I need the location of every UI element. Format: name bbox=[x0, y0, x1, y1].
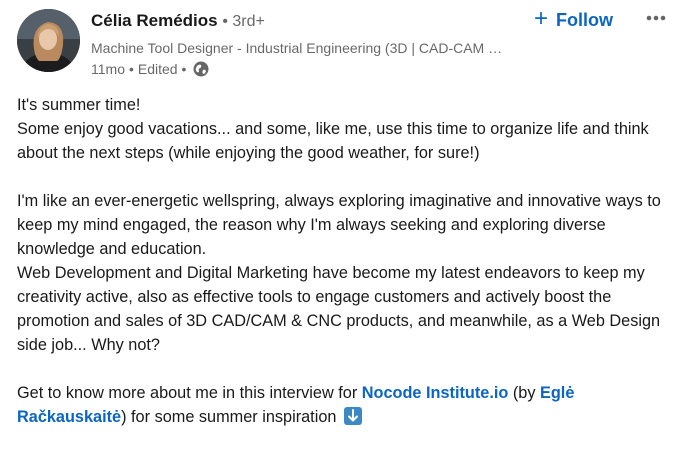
post-line-1: It's summer time! bbox=[17, 96, 141, 114]
post-time: 11mo bbox=[91, 61, 125, 77]
para4-suffix: ) for some summer inspiration bbox=[121, 408, 341, 426]
author-name[interactable]: Célia Remédios bbox=[91, 11, 218, 30]
author-avatar[interactable] bbox=[17, 9, 80, 72]
para4-prefix: Get to know more about me in this interv… bbox=[17, 384, 362, 402]
plus-icon: + bbox=[534, 5, 549, 32]
post-paragraph-3: Web Development and Digital Marketing ha… bbox=[17, 264, 661, 354]
author-headline: Machine Tool Designer - Industrial Engin… bbox=[91, 40, 503, 56]
follow-button[interactable]: + Follow bbox=[534, 7, 613, 33]
author-name-line: Célia Remédios • 3rd+ bbox=[91, 10, 561, 33]
down-arrow-emoji-icon bbox=[343, 407, 362, 425]
avatar-photo-icon bbox=[17, 9, 80, 72]
post-paragraph-2: I'm like an ever-energetic wellspring, a… bbox=[17, 192, 661, 258]
post-text: It's summer time! Some enjoy good vacati… bbox=[17, 93, 672, 429]
post-meta: 11mo • Edited • bbox=[91, 59, 561, 79]
more-options-button[interactable] bbox=[642, 6, 670, 30]
post-line-2: Some enjoy good vacations... and some, l… bbox=[17, 120, 649, 162]
connection-degree: • 3rd+ bbox=[222, 13, 265, 30]
mention-company-link[interactable]: Nocode Institute.io bbox=[362, 384, 509, 402]
meta-separator: • bbox=[128, 61, 134, 77]
globe-icon bbox=[193, 61, 209, 77]
post-paragraph-4: Get to know more about me in this interv… bbox=[17, 381, 672, 429]
para4-mid: (by bbox=[508, 384, 540, 402]
author-info: Célia Remédios • 3rd+ Machine Tool Desig… bbox=[91, 10, 561, 79]
follow-label: Follow bbox=[556, 9, 614, 30]
edited-label: Edited • bbox=[137, 61, 187, 77]
ellipsis-icon bbox=[646, 15, 666, 21]
feed-post-card: Célia Remédios • 3rd+ Machine Tool Desig… bbox=[0, 0, 684, 461]
